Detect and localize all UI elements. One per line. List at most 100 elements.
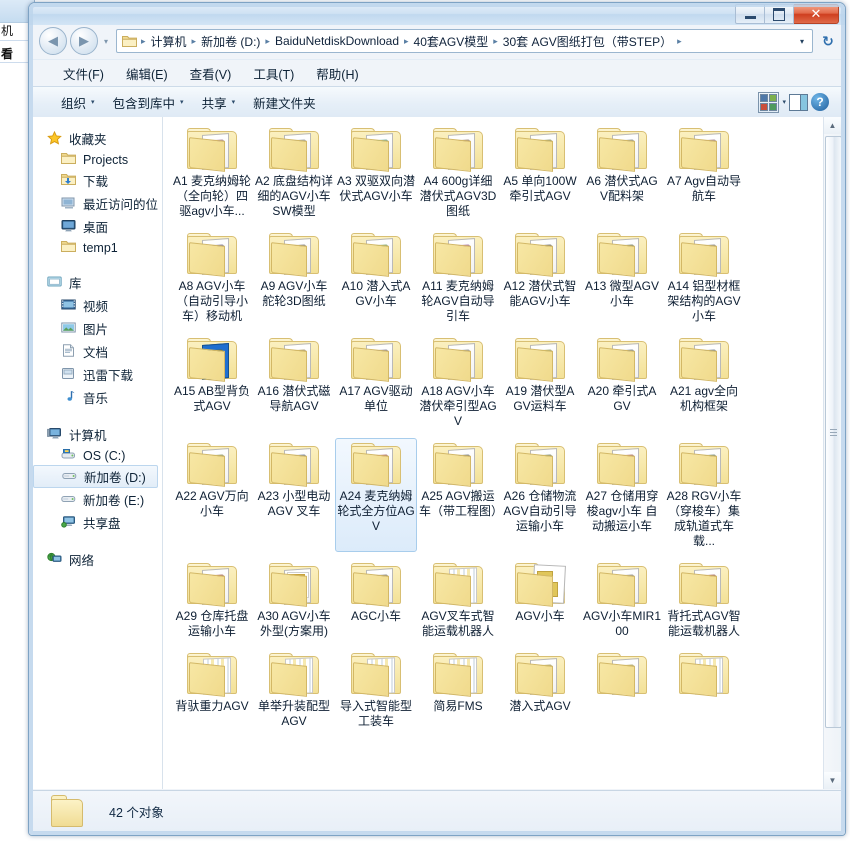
sidebar-item-drive-d[interactable]: 新加卷 (D:) (33, 465, 158, 488)
breadcrumb-separator[interactable]: ▸ (402, 36, 411, 47)
sidebar-item-os-c[interactable]: OS (C:) (33, 446, 162, 465)
folder-icon (61, 152, 77, 167)
file-item[interactable]: A18 AGV小车潜伏牵引型AGV (417, 333, 499, 432)
file-item[interactable]: AGV叉车式智能运载机器人 (417, 558, 499, 642)
new-folder-button[interactable]: 新建文件夹 (244, 89, 325, 116)
close-button[interactable]: ✕ (794, 4, 839, 24)
file-item[interactable]: AGV小车 (499, 558, 581, 642)
file-item[interactable]: 潜入式AGV (499, 648, 581, 732)
file-item[interactable]: A5 单向100W牵引式AGV (499, 123, 581, 222)
file-item[interactable]: A8 AGV小车（自动引导小车）移动机 (171, 228, 253, 327)
file-item[interactable]: A11 麦克纳姆轮AGV自动导引车 (417, 228, 499, 327)
sidebar-item-pictures[interactable]: 图片 (33, 317, 162, 340)
sidebar-item-recent-places[interactable]: 最近访问的位 (33, 192, 162, 215)
sidebar-item-videos[interactable]: 视频 (33, 294, 162, 317)
file-item[interactable]: A13 微型AGV小车 (581, 228, 663, 327)
share-button[interactable]: 共享 ▾ (193, 89, 245, 116)
address-bar[interactable]: ▸ 计算机 ▸ 新加卷 (D:) ▸ BaiduNetdiskDownload … (116, 29, 813, 53)
change-view-icon[interactable] (758, 91, 780, 113)
file-item[interactable] (663, 648, 745, 732)
menu-item-file[interactable]: 文件(F) (52, 61, 115, 86)
back-button[interactable]: ◀ (39, 27, 67, 55)
file-item[interactable]: A6 潜伏式AGV配料架 (581, 123, 663, 222)
file-item[interactable]: 背托式AGV智能运载机器人 (663, 558, 745, 642)
breadcrumb-item-40-agv-models[interactable]: 40套AGV模型 (411, 32, 492, 51)
nav-header-libraries[interactable]: 库 (33, 271, 162, 294)
file-item[interactable]: A30 AGV小车外型(方案用) (253, 558, 335, 642)
file-item[interactable]: AGC小车 (335, 558, 417, 642)
file-item-label: A16 潜伏式磁导航AGV (257, 384, 331, 413)
organize-button[interactable]: 组织 ▾ (52, 89, 104, 116)
help-icon[interactable]: ? (811, 93, 829, 111)
file-item[interactable]: A26 仓储物流AGV自动引导运输小车 (499, 438, 581, 552)
file-item[interactable]: A1 麦克纳姆轮（全向轮）四驱agv小车... (171, 123, 253, 222)
title-bar[interactable]: ✕ (29, 3, 845, 25)
sidebar-item-desktop[interactable]: 桌面 (33, 215, 162, 238)
content-scrollbar[interactable]: ▲ ▼ (823, 117, 841, 789)
breadcrumb-separator[interactable]: ▸ (491, 36, 500, 47)
file-item[interactable]: A21 agv全向机构框架 (663, 333, 745, 432)
file-item[interactable]: A25 AGV搬运车（带工程图） (417, 438, 503, 552)
breadcrumb-separator[interactable]: ▸ (190, 36, 199, 47)
file-item[interactable]: 导入式智能型工装车 (335, 648, 417, 732)
recent-pages-dropdown[interactable]: ▾ (100, 37, 112, 46)
refresh-icon[interactable]: ↻ (817, 30, 839, 52)
file-item[interactable]: 简易FMS (417, 648, 499, 732)
sidebar-item-temp1[interactable]: temp1 (33, 238, 162, 257)
sidebar-item-shared-drive[interactable]: 共享盘 (33, 511, 162, 534)
file-item[interactable]: A28 RGV小车（穿梭车）集成轨道式车载... (663, 438, 745, 552)
file-item[interactable]: A9 AGV小车舵轮3D图纸 (253, 228, 335, 327)
menu-item-tools[interactable]: 工具(T) (242, 61, 305, 86)
file-item[interactable]: A4 600g详细潜伏式AGV3D图纸 (417, 123, 499, 222)
file-item[interactable]: A10 潜入式AGV小车 (335, 228, 417, 327)
file-item[interactable]: A3 双驱双向潜伏式AGV小车 (335, 123, 417, 222)
breadcrumb-separator[interactable]: ▸ (263, 36, 272, 47)
minimize-button[interactable] (735, 4, 765, 24)
sidebar-item-downloads[interactable]: 下载 (33, 169, 162, 192)
file-item[interactable]: A19 潜伏型AGV运料车 (499, 333, 581, 432)
menu-item-view[interactable]: 查看(V) (179, 61, 243, 86)
breadcrumb-item-computer[interactable]: 计算机 (148, 32, 190, 51)
file-item[interactable]: A24 麦克纳姆轮式全方位AGV (335, 438, 417, 552)
sidebar-item-documents[interactable]: 文档 (33, 340, 162, 363)
nav-header-favorites[interactable]: 收藏夹 (33, 127, 162, 150)
sidebar-item-drive-e[interactable]: 新加卷 (E:) (33, 488, 162, 511)
file-item[interactable]: A14 铝型材框架结构的AGV小车 (663, 228, 745, 327)
file-item[interactable]: A2 底盘结构详细的AGV小车SW模型 (253, 123, 335, 222)
nav-header-computer[interactable]: 计算机 (33, 423, 162, 446)
breadcrumb-separator[interactable]: ▸ (675, 36, 684, 47)
menu-item-help[interactable]: 帮助(H) (305, 61, 369, 86)
file-item[interactable]: 背驮重力AGV (171, 648, 253, 732)
scrollbar-thumb[interactable] (825, 136, 841, 728)
file-list-area[interactable]: A1 麦克纳姆轮（全向轮）四驱agv小车... A2 底盘结构详细的AGV小车SW… (163, 117, 841, 789)
sidebar-item-music[interactable]: 音乐 (33, 386, 162, 409)
file-item[interactable]: A16 潜伏式磁导航AGV (253, 333, 335, 432)
breadcrumb-item-drive-d[interactable]: 新加卷 (D:) (198, 32, 263, 51)
nav-header-network[interactable]: 网络 (33, 548, 162, 571)
forward-button[interactable]: ▶ (70, 27, 98, 55)
include-in-library-button[interactable]: 包含到库中 ▾ (104, 89, 193, 116)
breadcrumb-item-baidunetdiskdownload[interactable]: BaiduNetdiskDownload (272, 33, 402, 49)
preview-pane-icon[interactable] (789, 93, 808, 111)
file-item[interactable]: A29 仓库托盘运输小车 (171, 558, 253, 642)
file-item[interactable]: A20 牵引式AGV (581, 333, 663, 432)
file-item[interactable]: A15 AB型背负式AGV (171, 333, 253, 432)
sidebar-item-thunder-download[interactable]: 迅雷下载 (33, 363, 162, 386)
file-item[interactable]: A27 仓储用穿梭agv小车 自动搬运小车 (581, 438, 663, 552)
chevron-down-icon[interactable]: ▾ (782, 98, 786, 106)
file-item[interactable]: A17 AGV驱动单位 (335, 333, 417, 432)
scroll-down-button[interactable]: ▼ (824, 772, 841, 789)
maximize-button[interactable] (765, 4, 794, 24)
address-dropdown-button[interactable]: ▾ (794, 37, 810, 46)
file-item[interactable]: A7 Agv自动导航车 (663, 123, 745, 222)
scroll-up-button[interactable]: ▲ (824, 117, 841, 134)
file-item[interactable]: A12 潜伏式智能AGV小车 (499, 228, 581, 327)
file-item[interactable]: A23 小型电动AGV 叉车 (253, 438, 335, 552)
file-item[interactable]: AGV小车MIR100 (581, 558, 663, 642)
sidebar-item-projects[interactable]: Projects (33, 150, 162, 169)
menu-item-edit[interactable]: 编辑(E) (115, 61, 179, 86)
file-item[interactable]: 单举升装配型AGV (253, 648, 335, 732)
breadcrumb-item-current-folder[interactable]: 30套 AGV图纸打包（带STEP） (500, 32, 675, 51)
file-item[interactable] (581, 648, 663, 732)
file-item[interactable]: A22 AGV万向小车 (171, 438, 253, 552)
